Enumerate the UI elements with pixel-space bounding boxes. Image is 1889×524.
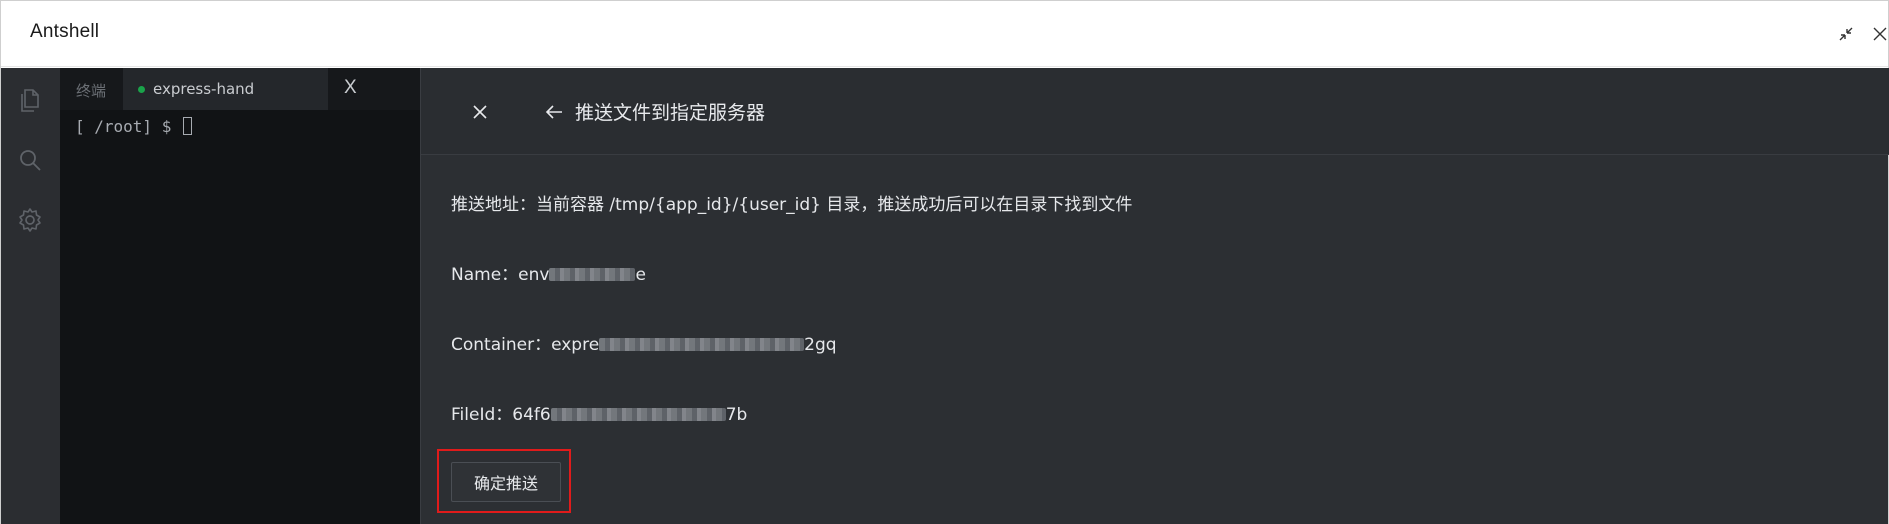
confirm-push-button[interactable]: 确定推送 bbox=[451, 462, 561, 502]
app-title: Antshell bbox=[30, 21, 100, 42]
redacted-mask bbox=[550, 408, 726, 421]
container-value-prefix: expre bbox=[551, 335, 600, 355]
explorer-button[interactable] bbox=[16, 86, 44, 114]
name-value-suffix: e bbox=[635, 265, 646, 285]
close-icon bbox=[473, 105, 487, 119]
terminal-prompt[interactable]: [ /root] $ bbox=[75, 110, 192, 144]
prompt-text: [ /root] $ bbox=[75, 117, 181, 136]
gear-icon bbox=[19, 208, 41, 232]
tab-express-hand[interactable]: express-hand X bbox=[123, 68, 357, 110]
collapse-icon bbox=[1839, 27, 1853, 41]
push-file-panel: 推送文件到指定服务器 推送地址：当前容器 /tmp/{app_id}/{user… bbox=[420, 68, 1889, 524]
back-button[interactable] bbox=[543, 101, 565, 123]
arrow-left-icon bbox=[545, 105, 562, 119]
redacted-mask bbox=[549, 268, 636, 281]
title-bar: Antshell bbox=[1, 1, 1888, 67]
collapse-window-button[interactable] bbox=[1833, 21, 1859, 47]
panel-header: 推送文件到指定服务器 bbox=[421, 68, 1889, 155]
terminal-cursor bbox=[182, 117, 192, 135]
terminal-pane: 终端 express-hand X [ /root] $ bbox=[60, 68, 420, 524]
fileid-value-suffix: 7b bbox=[725, 405, 748, 425]
panel-close-button[interactable] bbox=[469, 101, 491, 123]
tab-label: express-hand bbox=[153, 80, 255, 98]
status-dot bbox=[138, 86, 145, 93]
name-row: Name：env e bbox=[451, 260, 646, 285]
tab-close-button[interactable]: X bbox=[344, 77, 364, 101]
redacted-mask bbox=[599, 338, 805, 351]
terminal-tab-bar: 终端 express-hand X bbox=[60, 68, 420, 110]
fileid-value-prefix: 64f6 bbox=[512, 405, 551, 425]
activity-bar bbox=[1, 68, 60, 524]
search-button[interactable] bbox=[16, 146, 44, 174]
panel-title: 推送文件到指定服务器 bbox=[575, 102, 766, 124]
name-label: Name： bbox=[451, 265, 519, 285]
name-value-prefix: env bbox=[518, 265, 550, 285]
container-label: Container： bbox=[451, 335, 552, 355]
files-icon bbox=[21, 89, 39, 112]
search-icon bbox=[20, 150, 41, 171]
tab-terminal[interactable]: 终端 bbox=[76, 80, 106, 101]
close-window-button[interactable] bbox=[1867, 21, 1889, 47]
fileid-label: FileId： bbox=[451, 405, 513, 425]
push-address: 推送地址：当前容器 /tmp/{app_id}/{user_id} 目录，推送成… bbox=[451, 195, 1133, 215]
settings-button[interactable] bbox=[16, 206, 44, 234]
container-row: Container：expre 2gq bbox=[451, 330, 837, 355]
fileid-row: FileId：64f6 7b bbox=[451, 400, 747, 425]
app-window: Antshell 终端 express-hand X [/root] $ 推送… bbox=[0, 0, 1889, 524]
close-icon bbox=[1873, 27, 1887, 41]
container-value-suffix: 2gq bbox=[804, 335, 837, 355]
